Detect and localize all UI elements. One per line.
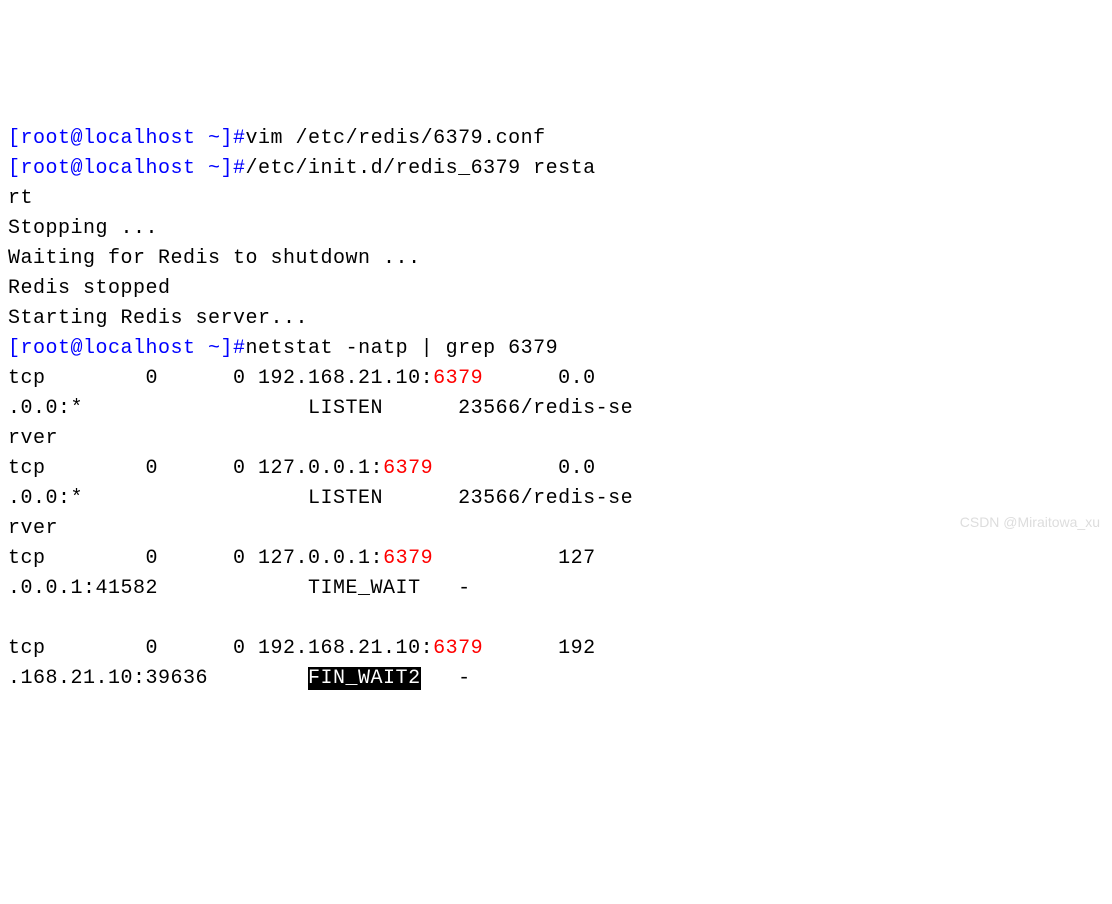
- port-highlight: 6379: [383, 457, 433, 480]
- output-line: Waiting for Redis to shutdown ...: [8, 247, 421, 270]
- port-highlight: 6379: [433, 367, 483, 390]
- watermark-text: CSDN @Miraitowa_xu: [960, 512, 1100, 533]
- netstat-row: tcp 0 0 127.0.0.1:: [8, 457, 383, 480]
- netstat-row: tcp 0 0 127.0.0.1:: [8, 547, 383, 570]
- shell-prompt: [root@localhost ~]#: [8, 127, 246, 150]
- netstat-row: .0.0:* LISTEN 23566/redis-se: [8, 397, 633, 420]
- shell-prompt: [root@localhost ~]#: [8, 157, 246, 180]
- command-text: netstat -natp | grep 6379: [246, 337, 559, 360]
- output-line: rt: [8, 187, 33, 210]
- shell-prompt: [root@localhost ~]#: [8, 337, 246, 360]
- netstat-row: .168.21.10:39636: [8, 667, 308, 690]
- netstat-row: rver: [8, 427, 58, 450]
- output-line: Starting Redis server...: [8, 307, 308, 330]
- terminal-output[interactable]: [root@localhost ~]#vim /etc/redis/6379.c…: [8, 124, 1104, 694]
- netstat-row: 0.0: [483, 367, 596, 390]
- netstat-row: rver: [8, 517, 58, 540]
- output-line: Stopping ...: [8, 217, 158, 240]
- port-highlight: 6379: [383, 547, 433, 570]
- netstat-row: 192: [483, 637, 596, 660]
- port-highlight: 6379: [433, 637, 483, 660]
- state-highlight: FIN_WAIT2: [308, 667, 421, 690]
- netstat-row: tcp 0 0 192.168.21.10:: [8, 367, 433, 390]
- netstat-row: 127: [433, 547, 596, 570]
- netstat-row: -: [421, 667, 471, 690]
- netstat-row: .0.0:* LISTEN 23566/redis-se: [8, 487, 633, 510]
- netstat-row: tcp 0 0 192.168.21.10:: [8, 637, 433, 660]
- output-line: Redis stopped: [8, 277, 171, 300]
- command-text: /etc/init.d/redis_6379 resta: [246, 157, 596, 180]
- netstat-row: 0.0: [433, 457, 596, 480]
- netstat-row: .0.0.1:41582 TIME_WAIT -: [8, 577, 471, 600]
- command-text: vim /etc/redis/6379.conf: [246, 127, 546, 150]
